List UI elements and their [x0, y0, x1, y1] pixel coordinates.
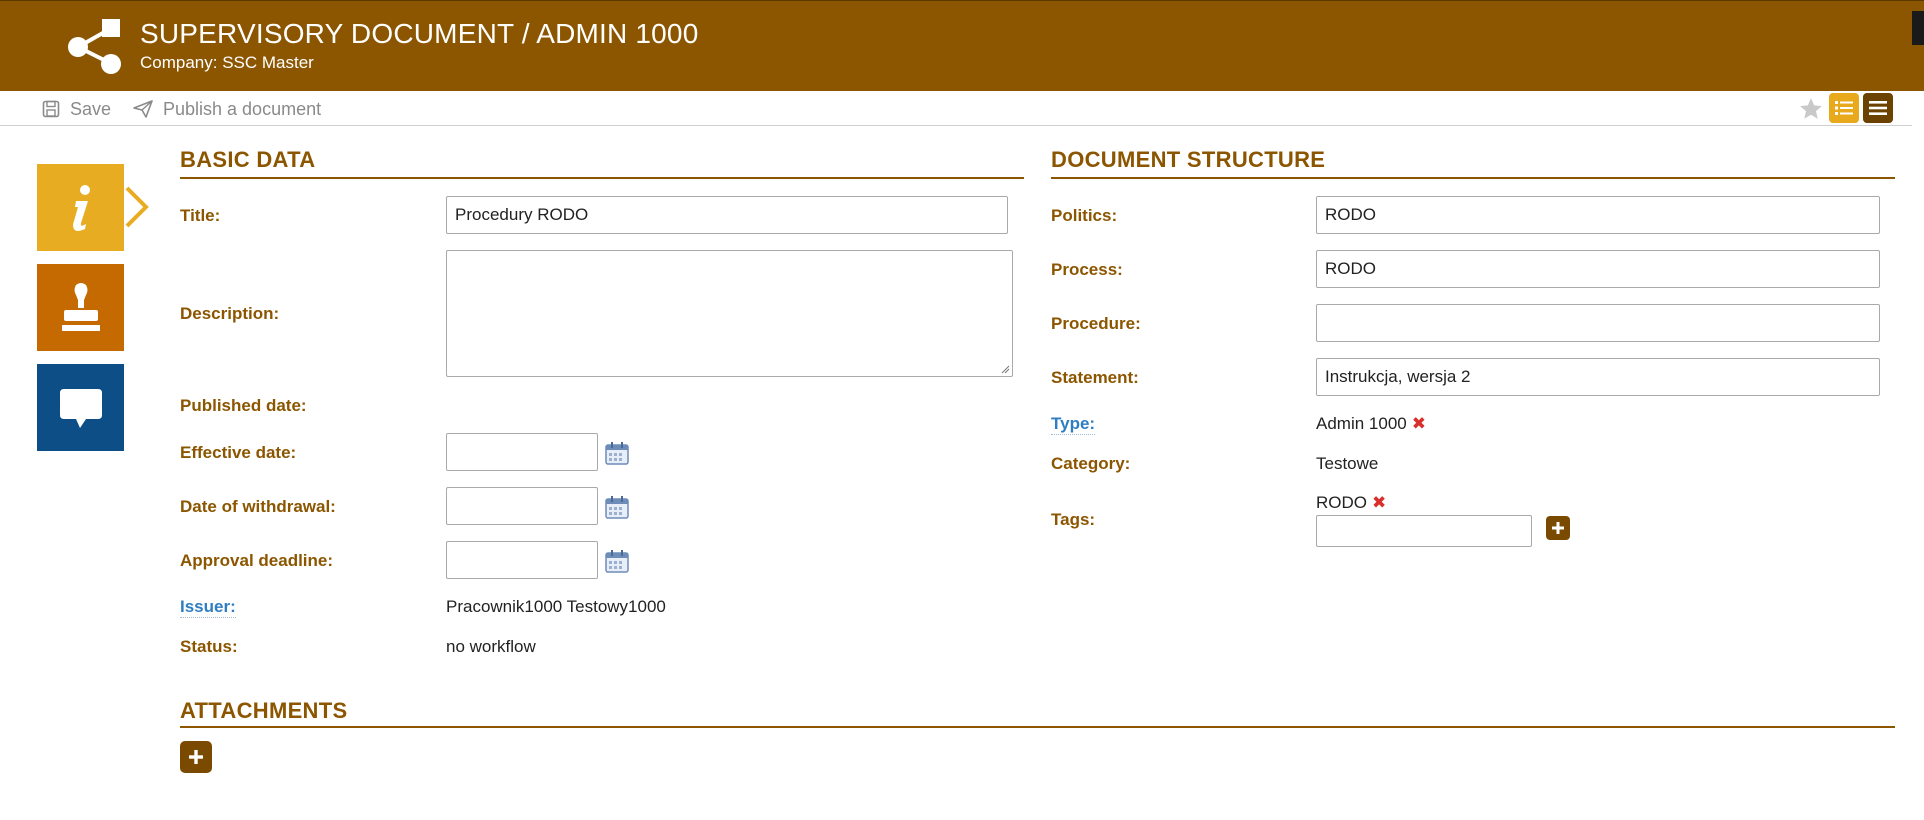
save-label: Save [70, 98, 112, 119]
title-input[interactable]: Procedury RODO [446, 196, 1008, 234]
tab-info[interactable] [37, 164, 124, 251]
menu-button[interactable] [1863, 93, 1893, 123]
list-icon [1835, 101, 1853, 115]
category-value: Testowe [1316, 454, 1379, 473]
attachments-heading: ATTACHMENTS [180, 698, 348, 723]
tag-input[interactable] [1316, 515, 1532, 547]
remove-type-icon[interactable]: ✖ [1412, 414, 1426, 434]
approval-deadline-label: Approval deadline: [180, 551, 334, 570]
add-tag-button[interactable] [1546, 516, 1570, 540]
basic-data-divider [180, 177, 1024, 179]
resize-handle-icon[interactable] [1000, 364, 1010, 374]
effective-date-label: Effective date: [180, 443, 297, 462]
floppy-disk-icon [42, 100, 60, 118]
calendar-icon[interactable] [604, 440, 630, 466]
withdrawal-date-input[interactable] [446, 487, 598, 525]
toolbar: Save Publish a document [0, 91, 1912, 126]
company-subtitle: Company: SSC Master [140, 53, 314, 72]
politics-input[interactable]: RODO [1316, 196, 1880, 234]
add-attachment-button[interactable] [180, 741, 212, 773]
procedure-label: Procedure: [1051, 314, 1141, 333]
tab-approval[interactable] [37, 264, 124, 351]
remove-tag-icon[interactable]: ✖ [1372, 493, 1386, 513]
save-button[interactable]: Save [42, 97, 111, 121]
app-header: SUPERVISORY DOCUMENT / ADMIN 1000 Compan… [0, 0, 1924, 91]
published-date-label: Published date: [180, 396, 307, 415]
description-label: Description: [180, 304, 280, 323]
plus-icon [1552, 522, 1564, 534]
type-text: Admin 1000 [1316, 414, 1407, 433]
politics-label: Politics: [1051, 206, 1118, 225]
title-label: Title: [180, 206, 221, 225]
star-icon[interactable] [1798, 96, 1824, 122]
tab-comments[interactable] [37, 364, 124, 451]
window-edge [1912, 11, 1924, 45]
status-value: no workflow [446, 637, 536, 656]
issuer-value: Pracownik1000 Testowy1000 [446, 597, 666, 616]
process-input[interactable]: RODO [1316, 250, 1880, 288]
tags-label: Tags: [1051, 510, 1096, 529]
description-textarea[interactable] [446, 250, 1013, 377]
tag-chip: RODO ✖ [1316, 493, 1386, 513]
info-icon [72, 184, 90, 231]
publish-label: Publish a document [163, 98, 322, 119]
share-icon [68, 19, 121, 74]
active-tab-arrow-icon [125, 186, 149, 228]
approval-deadline-input[interactable] [446, 541, 598, 579]
document-structure-divider [1051, 177, 1895, 179]
calendar-icon[interactable] [604, 494, 630, 520]
statement-input[interactable]: Instrukcja, wersja 2 [1316, 358, 1880, 396]
publish-document-button[interactable]: Publish a document [133, 97, 321, 121]
basic-data-heading: BASIC DATA [180, 147, 316, 172]
effective-date-input[interactable] [446, 433, 598, 471]
plus-icon [189, 750, 203, 764]
procedure-input[interactable] [1316, 304, 1880, 342]
document-structure-heading: DOCUMENT STRUCTURE [1051, 147, 1326, 172]
withdrawal-date-label: Date of withdrawal: [180, 497, 336, 516]
attachments-divider [180, 726, 1895, 728]
calendar-icon[interactable] [604, 548, 630, 574]
process-label: Process: [1051, 260, 1123, 279]
hamburger-icon [1869, 101, 1887, 115]
tag-text: RODO [1316, 493, 1367, 512]
statement-label: Statement: [1051, 368, 1139, 387]
page-title: SUPERVISORY DOCUMENT / ADMIN 1000 [140, 18, 699, 49]
list-view-button[interactable] [1829, 93, 1859, 123]
category-label: Category: [1051, 454, 1131, 473]
type-value: Admin 1000 ✖ [1316, 414, 1426, 434]
type-link[interactable]: Type: [1051, 414, 1096, 435]
paper-plane-icon [133, 100, 153, 118]
issuer-link[interactable]: Issuer: [180, 597, 236, 618]
status-label: Status: [180, 637, 238, 656]
stamp-icon [61, 282, 100, 331]
comment-icon [59, 388, 102, 428]
